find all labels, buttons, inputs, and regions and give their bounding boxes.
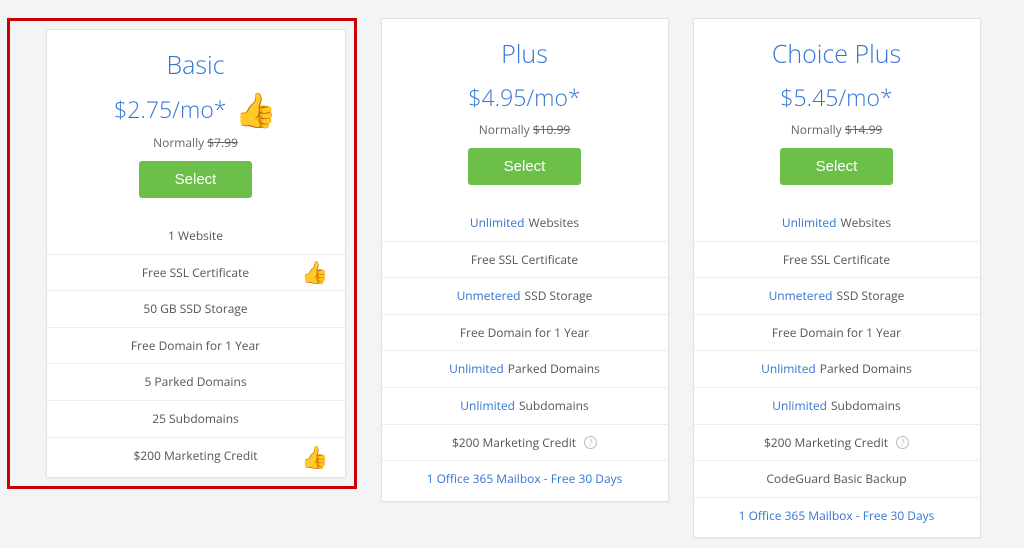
feature-accent: Unlimited [449,361,504,377]
feature-text: 25 Subdomains [152,411,239,427]
normally-label: Normally [479,121,530,138]
normally-label: Normally [153,134,204,151]
feature-item: Free Domain for 1 Year [47,327,345,364]
plan-name: Plus [398,37,652,71]
highlight-frame: Basic $2.75/mo* 👍 Normally $7.99 Select … [7,18,357,489]
feature-accent: Unlimited [782,215,837,231]
feature-item: Unlimited Parked Domains [694,350,980,387]
feature-text: $200 Marketing Credit [452,435,576,451]
feature-text: Free Domain for 1 Year [460,325,589,341]
normally-text: Normally $14.99 [710,121,964,138]
feature-item: Free Domain for 1 Year [694,314,980,351]
feature-item: $200 Marketing Credit 👍 [47,437,345,478]
feature-item: Unmetered SSD Storage [694,277,980,314]
feature-text: 1 Website [168,228,223,244]
feature-text: Parked Domains [508,361,600,377]
feature-text: CodeGuard Basic Backup [766,471,906,487]
info-icon[interactable]: ? [896,436,909,449]
feature-text: Subdomains [519,398,589,414]
feature-text: Subdomains [831,398,901,414]
feature-text: SSD Storage [837,288,905,304]
plan-name: Basic [63,48,329,82]
feature-item: Unlimited Websites [382,201,668,241]
feature-text: Websites [529,215,580,231]
normally-text: Normally $10.99 [398,121,652,138]
feature-text: Free SSL Certificate [783,252,890,268]
feature-text: Free Domain for 1 Year [772,325,901,341]
feature-item: $200 Marketing Credit? [382,424,668,461]
feature-text: SSD Storage [525,288,593,304]
plan-card-basic: Basic $2.75/mo* 👍 Normally $7.99 Select … [46,29,346,478]
card-header: Choice Plus $5.45/mo* Normally $14.99 Se… [694,19,980,201]
thumbs-up-icon: 👍 [234,92,276,126]
feature-text: Free SSL Certificate [142,265,249,281]
feature-accent: Unlimited [761,361,816,377]
feature-text: Parked Domains [820,361,912,377]
feature-item: 1 Office 365 Mailbox - Free 30 Days [694,497,980,538]
feature-text: $200 Marketing Credit [133,448,257,464]
select-button[interactable]: Select [780,148,894,185]
thumbs-up-icon: 👍 [301,446,328,468]
price-row: $5.45/mo* [710,81,964,113]
feature-item: Unlimited Subdomains [382,387,668,424]
feature-item: Free SSL Certificate [382,241,668,278]
feature-accent: Unmetered [457,288,521,304]
feature-item: 1 Office 365 Mailbox - Free 30 Days [382,460,668,501]
thumbs-up-icon: 👍 [301,261,328,283]
feature-accent: Unlimited [772,398,827,414]
card-header: Plus $4.95/mo* Normally $10.99 Select [382,19,668,201]
feature-accent: Unmetered [769,288,833,304]
feature-item: Unlimited Websites [694,201,980,241]
feature-accent: 1 Office 365 Mailbox - Free 30 Days [427,471,623,487]
feature-text: Free SSL Certificate [471,252,578,268]
normally-label: Normally [791,121,842,138]
feature-list: Unlimited Websites Free SSL Certificate … [694,201,980,537]
feature-item: Free SSL Certificate [694,241,980,278]
plan-price: $2.75/mo* [114,93,226,125]
plan-card-plus: Plus $4.95/mo* Normally $10.99 Select Un… [381,18,669,502]
pricing-container: Basic $2.75/mo* 👍 Normally $7.99 Select … [5,18,982,538]
price-row: $4.95/mo* [398,81,652,113]
feature-text: 5 Parked Domains [144,374,246,390]
normally-price: $14.99 [845,121,882,138]
select-button[interactable]: Select [139,161,253,198]
price-row: $2.75/mo* 👍 [63,92,329,126]
feature-item: 25 Subdomains [47,400,345,437]
info-icon[interactable]: ? [584,436,597,449]
feature-item: 1 Website [47,214,345,254]
feature-item: Free Domain for 1 Year [382,314,668,351]
feature-item: 5 Parked Domains [47,363,345,400]
normally-price: $7.99 [207,134,238,151]
feature-text: $200 Marketing Credit [764,435,888,451]
plan-price: $5.45/mo* [780,81,892,113]
feature-item: $200 Marketing Credit? [694,424,980,461]
select-button[interactable]: Select [468,148,582,185]
feature-item: Unmetered SSD Storage [382,277,668,314]
feature-accent: Unlimited [470,215,525,231]
feature-list: Unlimited Websites Free SSL Certificate … [382,201,668,501]
feature-item: 50 GB SSD Storage [47,290,345,327]
plan-name: Choice Plus [710,37,964,71]
card-header: Basic $2.75/mo* 👍 Normally $7.99 Select [47,30,345,214]
normally-price: $10.99 [533,121,570,138]
feature-list: 1 Website Free SSL Certificate 👍 50 GB SS… [47,214,345,477]
feature-item: Free SSL Certificate 👍 [47,254,345,291]
feature-accent: 1 Office 365 Mailbox - Free 30 Days [739,508,935,524]
plan-card-choice-plus: Choice Plus $5.45/mo* Normally $14.99 Se… [693,18,981,538]
feature-item: Unlimited Subdomains [694,387,980,424]
feature-item: CodeGuard Basic Backup [694,460,980,497]
feature-text: 50 GB SSD Storage [143,301,247,317]
plan-price: $4.95/mo* [468,81,580,113]
feature-accent: Unlimited [460,398,515,414]
normally-text: Normally $7.99 [63,134,329,151]
feature-text: Free Domain for 1 Year [131,338,260,354]
feature-text: Websites [841,215,892,231]
feature-item: Unlimited Parked Domains [382,350,668,387]
